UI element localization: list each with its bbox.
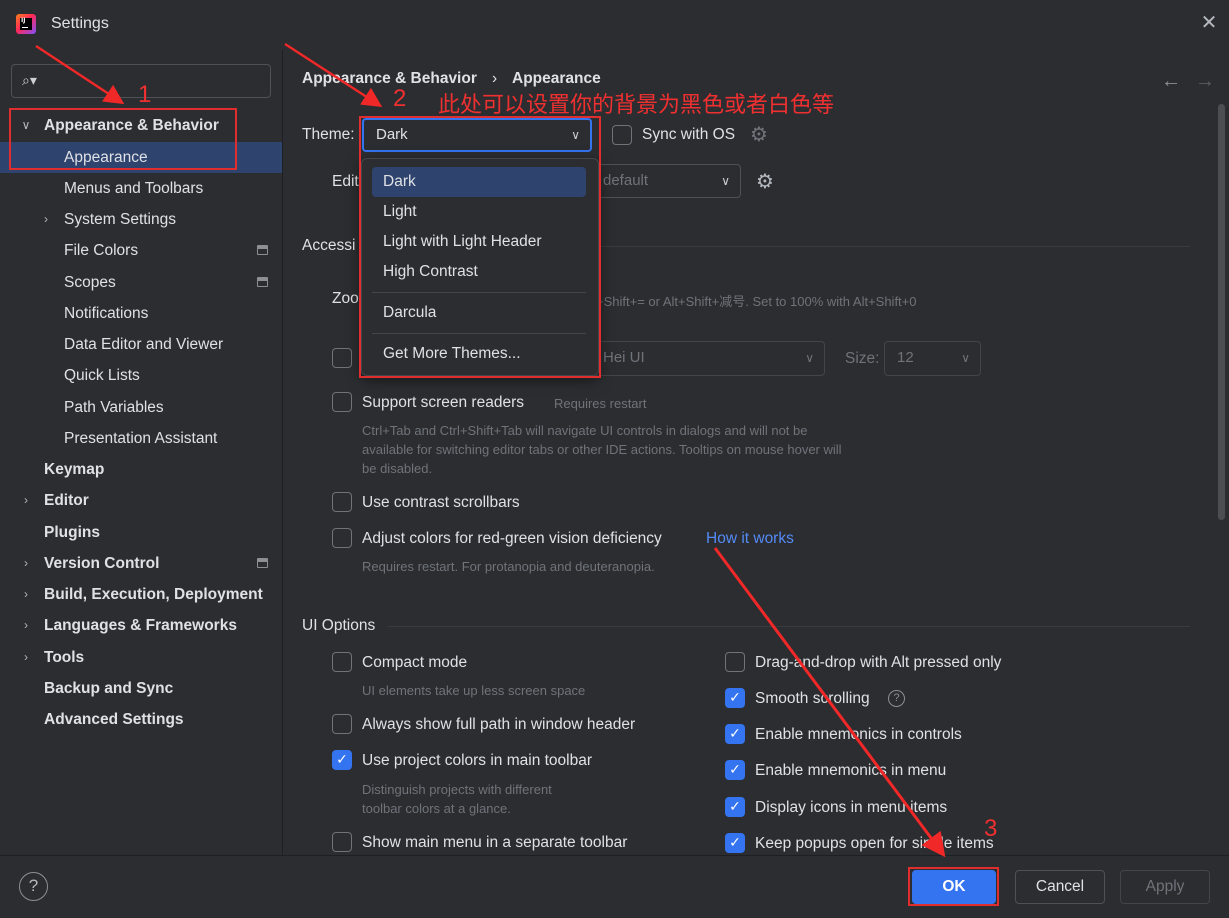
annotation-note: 此处可以设置你的背景为黑色或者白色等 [438, 93, 835, 118]
annotation-arrow-1 [35, 44, 125, 105]
annotation-arrow-2 [284, 42, 383, 108]
annotation-number-2: 2 [393, 85, 407, 112]
annotation-arrow-3 [713, 547, 946, 858]
annotation-number-1: 1 [138, 81, 152, 108]
annotation-arrows [35, 42, 946, 858]
annotation-number-3: 3 [984, 815, 998, 842]
